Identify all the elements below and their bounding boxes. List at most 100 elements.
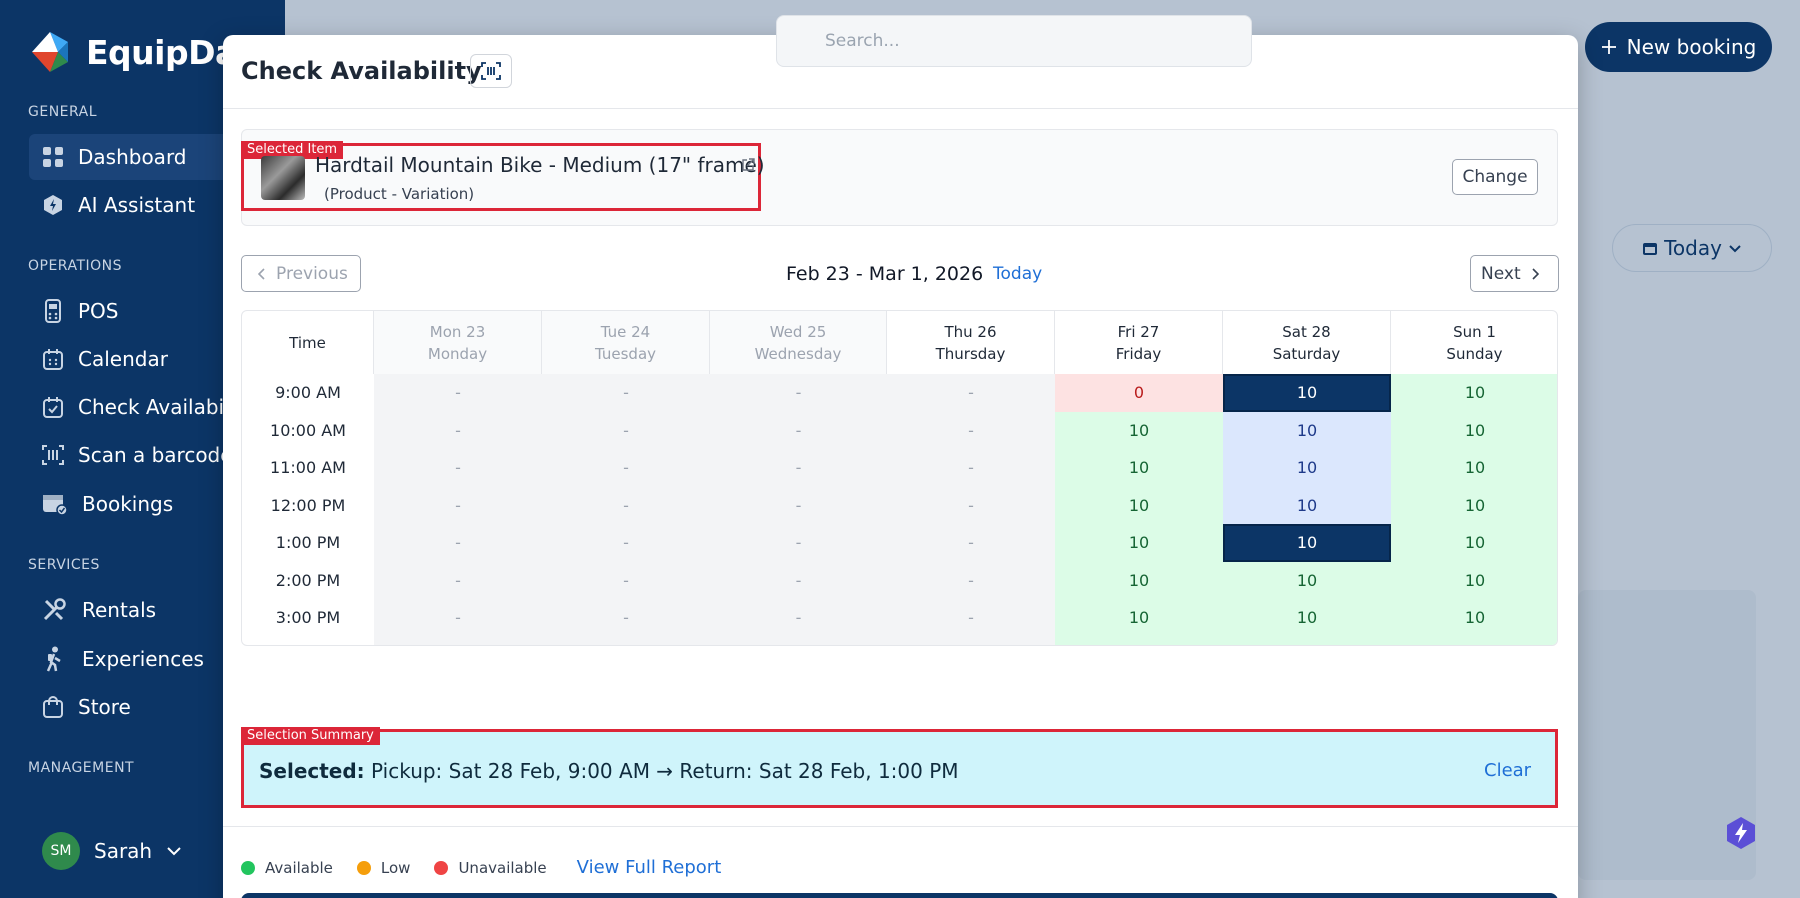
availability-cell[interactable]: 10 — [1223, 599, 1391, 637]
date-range: Feb 23 - Mar 1, 2026 — [786, 263, 984, 285]
product-thumbnail — [261, 156, 305, 200]
day-weekday: Thursday — [935, 344, 1006, 363]
sidebar-item-label: Scan a barcode — [78, 443, 233, 467]
selection-summary: Selected: Pickup: Sat 28 Feb, 9:00 AM → … — [259, 759, 959, 783]
availability-cell: - — [542, 449, 710, 487]
day-weekday: Tuesday — [594, 344, 657, 363]
time-column-header: Time — [242, 311, 374, 374]
availability-cell: - — [374, 561, 542, 599]
availability-cell[interactable]: 10 — [1055, 561, 1223, 599]
section-services: SERVICES — [28, 557, 100, 573]
day-date: Fri 27 — [1117, 322, 1160, 341]
availability-cell[interactable]: 10 — [1223, 636, 1391, 645]
availability-cell[interactable]: 10 — [1223, 561, 1391, 599]
legend-available: Available — [265, 858, 333, 877]
availability-cell-selected[interactable]: 10 — [1223, 374, 1391, 412]
day-column-header: Wed 25 Wednesday — [710, 311, 887, 374]
calendar-check-icon — [43, 397, 63, 418]
sidebar-item-label: Calendar — [78, 347, 168, 371]
brand-logo-icon — [28, 30, 72, 74]
day-weekday: Saturday — [1272, 344, 1341, 363]
ai-assistant-icon — [44, 195, 62, 215]
sidebar-item-label: Store — [78, 695, 131, 719]
search-input[interactable]: Search... — [776, 15, 1252, 67]
selected-value: Pickup: Sat 28 Feb, 9:00 AM → Return: Sa… — [371, 759, 959, 783]
legend-low: Low — [380, 858, 411, 877]
change-button[interactable]: Change — [1452, 159, 1538, 195]
clear-selection-link[interactable]: Clear — [1484, 760, 1531, 781]
availability-cell[interactable]: 10 — [1223, 411, 1391, 449]
scan-barcode-button[interactable] — [470, 54, 512, 88]
day-date: Sun 1 — [1453, 322, 1496, 341]
modal-divider — [223, 826, 1578, 827]
availability-cell[interactable]: 10 — [1055, 599, 1223, 637]
availability-cell: - — [542, 411, 710, 449]
availability-cell[interactable]: 10 — [1055, 486, 1223, 524]
availability-cell[interactable]: 10 — [1391, 449, 1557, 487]
sidebar-item-label: Experiences — [82, 647, 204, 671]
availability-cell[interactable]: 10 — [1391, 486, 1557, 524]
pos-icon — [45, 299, 61, 323]
availability-cell[interactable]: 10 — [1055, 411, 1223, 449]
day-weekday: Friday — [1115, 344, 1162, 363]
day-weekday: Sunday — [1446, 344, 1503, 363]
availability-cell: - — [887, 411, 1055, 449]
barcode-scan-icon — [481, 62, 501, 80]
day-date: Sat 28 — [1282, 322, 1331, 341]
day-column-header: Thu 26 Thursday — [887, 311, 1055, 374]
calendar-icon — [43, 349, 63, 370]
availability-cell: - — [374, 411, 542, 449]
day-date: Thu 26 — [944, 322, 997, 341]
section-management: MANAGEMENT — [28, 760, 135, 776]
user-menu[interactable]: SM Sarah — [42, 832, 182, 870]
availability-cell[interactable]: 10 — [1391, 374, 1557, 412]
bookings-icon — [43, 495, 68, 516]
availability-cell: - — [710, 599, 887, 637]
selection-summary-tag: Selection Summary — [241, 727, 380, 745]
availability-cell-selected[interactable]: 10 — [1223, 524, 1391, 562]
modal-title: Check Availability — [241, 57, 482, 85]
time-slot-label: 10:00 AM — [270, 420, 346, 440]
availability-cell[interactable]: 0 — [1055, 374, 1223, 412]
view-full-report-link[interactable]: View Full Report — [577, 857, 722, 878]
day-column-header: Sun 1 Sunday — [1391, 311, 1557, 374]
previous-label: Previous — [276, 263, 348, 284]
availability-cell[interactable]: 10 — [1055, 449, 1223, 487]
chevron-down-icon — [167, 847, 181, 856]
sidebar-item-label: Rentals — [82, 598, 157, 622]
today-dropdown[interactable]: Today — [1612, 224, 1772, 272]
availability-cell: - — [710, 411, 887, 449]
chevron-right-icon — [1532, 267, 1539, 280]
availability-cell[interactable]: 10 — [1391, 524, 1557, 562]
availability-cell[interactable]: 10 — [1391, 561, 1557, 599]
availability-cell[interactable]: 10 — [1223, 486, 1391, 524]
availability-cell[interactable]: 10 — [1391, 411, 1557, 449]
availability-cell: - — [710, 561, 887, 599]
previous-week-button[interactable]: Previous — [241, 255, 361, 292]
dashboard-icon — [43, 147, 63, 167]
today-link[interactable]: Today — [993, 264, 1042, 284]
sidebar-item-label: Dashboard — [78, 145, 187, 169]
new-booking-button[interactable]: New booking — [1585, 22, 1772, 72]
availability-cell: - — [374, 524, 542, 562]
availability-cell[interactable]: 10 — [1391, 599, 1557, 637]
external-link-icon[interactable] — [741, 157, 755, 176]
availability-cell[interactable]: 10 — [1223, 449, 1391, 487]
availability-cell: - — [710, 374, 887, 412]
check-availability-modal: Check Availability Selected Item Hardtai… — [223, 35, 1578, 898]
available-dot-icon — [241, 860, 255, 875]
lightning-icon[interactable] — [1724, 816, 1758, 850]
availability-cell[interactable]: 10 — [1055, 636, 1223, 645]
shopping-bag-icon — [43, 696, 63, 718]
low-dot-icon — [356, 860, 371, 875]
availability-cell: - — [374, 449, 542, 487]
availability-cell[interactable]: 10 — [1055, 524, 1223, 562]
availability-cell[interactable]: 10 — [1391, 636, 1557, 645]
next-week-button[interactable]: Next — [1470, 255, 1559, 292]
availability-cell: - — [710, 449, 887, 487]
tools-icon — [43, 598, 66, 621]
availability-cell: - — [542, 486, 710, 524]
user-name: Sarah — [94, 839, 153, 863]
time-slot-label: 4:00 PM — [242, 637, 374, 646]
section-general: GENERAL — [28, 104, 98, 120]
